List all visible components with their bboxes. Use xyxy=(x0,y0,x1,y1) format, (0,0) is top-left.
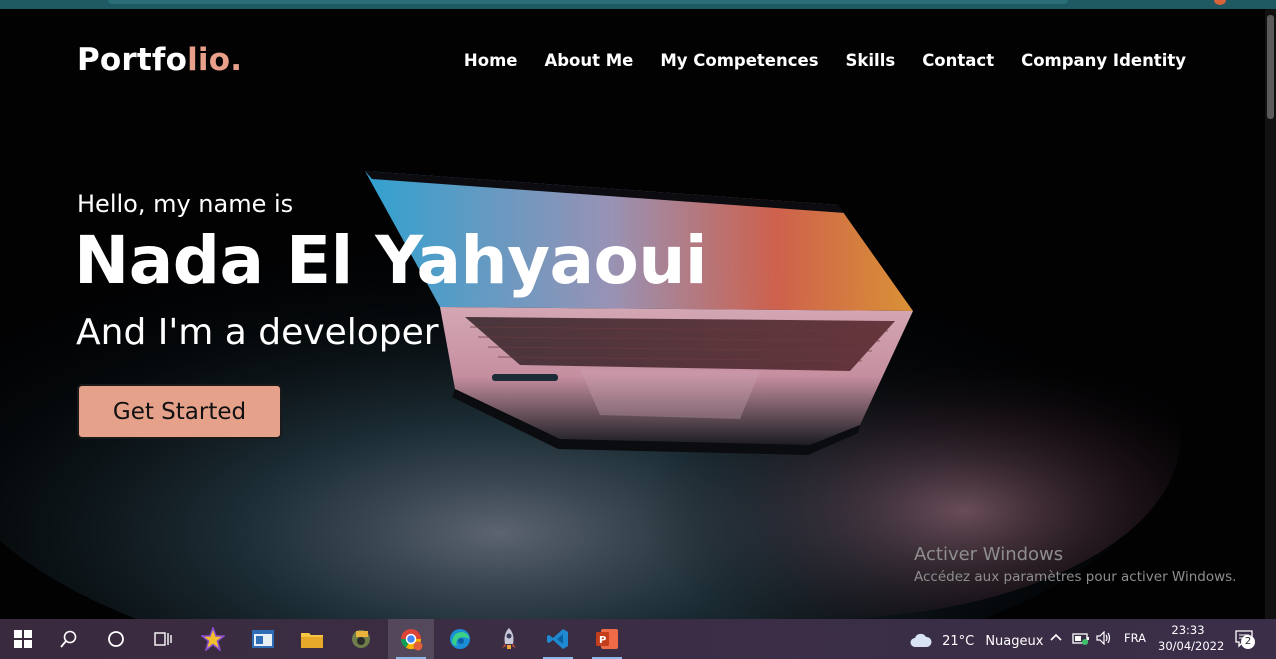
nav-home[interactable]: Home xyxy=(464,51,518,70)
nav-contact[interactable]: Contact xyxy=(922,51,994,70)
portfolio-page: Portfolio. Home About Me My Competences … xyxy=(0,9,1265,619)
hero-name: Nada El Yahyaoui xyxy=(74,222,708,299)
activate-windows-watermark: Activer Windows Accédez aux paramètres p… xyxy=(914,544,1236,585)
task-view-icon[interactable] xyxy=(140,619,186,659)
file-explorer-icon[interactable] xyxy=(289,619,335,659)
screen: Portfolio. Home About Me My Competences … xyxy=(0,0,1276,659)
nav-my-competences[interactable]: My Competences xyxy=(660,51,818,70)
profile-avatar-icon[interactable] xyxy=(1214,0,1226,5)
nav-company-identity[interactable]: Company Identity xyxy=(1021,51,1186,70)
svg-text:P: P xyxy=(599,635,606,646)
activate-windows-subtitle: Accédez aux paramètres pour activer Wind… xyxy=(914,569,1237,585)
address-bar-edge[interactable] xyxy=(108,0,1068,4)
clock[interactable]: 23:33 30/04/2022 xyxy=(1158,622,1225,654)
nav-skills[interactable]: Skills xyxy=(846,51,896,70)
vscode-icon[interactable] xyxy=(535,619,581,659)
notifications-icon[interactable]: 2 xyxy=(1235,629,1257,653)
star-app-icon[interactable] xyxy=(190,619,236,659)
cortana-icon[interactable] xyxy=(93,619,139,659)
volume-icon[interactable] xyxy=(1096,630,1112,649)
chrome-icon[interactable] xyxy=(388,619,434,659)
weather-widget[interactable]: 21°C Nuageux xyxy=(910,630,1043,649)
search-icon[interactable] xyxy=(46,619,92,659)
hero-role: And I'm a developer xyxy=(76,312,439,353)
weather-description: Nuageux xyxy=(985,634,1044,649)
site-logo[interactable]: Portfolio. xyxy=(77,42,242,78)
browser-top-strip xyxy=(0,0,1276,9)
clock-date: 30/04/2022 xyxy=(1158,639,1225,653)
logo-text-main: Portfo xyxy=(77,42,188,78)
input-language[interactable]: FRA xyxy=(1124,631,1146,645)
windows-start-icon[interactable] xyxy=(0,619,46,659)
get-started-button[interactable]: Get Started xyxy=(77,384,282,439)
logo-text-accent: lio. xyxy=(187,42,243,78)
notification-count-badge: 2 xyxy=(1241,635,1255,649)
powerpoint-icon[interactable]: P xyxy=(584,619,630,659)
scrollbar-thumb[interactable] xyxy=(1267,15,1274,119)
windows-taskbar: P 21°C Nuageux FRA 23:33 30/04/2022 2 xyxy=(0,619,1276,659)
weather-temperature: 21°C xyxy=(942,634,975,649)
edge-icon[interactable] xyxy=(437,619,483,659)
hero-greeting: Hello, my name is xyxy=(77,190,294,218)
app-icon[interactable] xyxy=(338,619,384,659)
battery-icon[interactable] xyxy=(1072,630,1090,649)
cloud-icon xyxy=(910,633,932,647)
nav-about-me[interactable]: About Me xyxy=(544,51,633,70)
window-app-icon[interactable] xyxy=(240,619,286,659)
page-scrollbar[interactable] xyxy=(1265,9,1276,619)
activate-windows-title: Activer Windows xyxy=(914,544,1064,565)
show-hidden-icons-chevron-icon[interactable] xyxy=(1049,629,1063,648)
main-nav: Home About Me My Competences Skills Cont… xyxy=(464,51,1186,70)
rocket-app-icon[interactable] xyxy=(486,619,532,659)
clock-time: 23:33 xyxy=(1171,623,1205,637)
